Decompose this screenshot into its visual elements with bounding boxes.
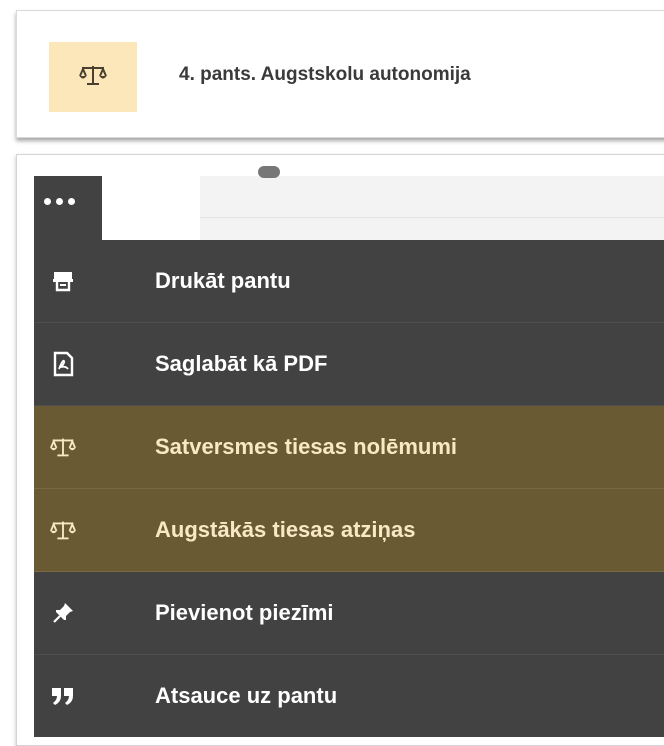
menu-item-supreme-court-findings[interactable]: Augstākās tiesas atziņas — [34, 489, 664, 572]
menu-item-label: Augstākās tiesas atziņas — [155, 517, 416, 542]
menu-item-save-pdf[interactable]: Saglabāt kā PDF — [34, 323, 664, 406]
background-content-strip — [200, 176, 664, 240]
menu-item-print[interactable]: Drukāt pantu — [34, 240, 664, 323]
menu-item-label: Satversmes tiesas nolēmumi — [155, 434, 458, 459]
scales-icon — [48, 432, 78, 462]
scales-icon — [48, 515, 78, 545]
background-content-fragment — [258, 166, 280, 178]
article-title: 4. pants. Augstskolu autonomija — [179, 64, 471, 85]
menu-item-label: Atsauce uz pantu — [155, 683, 338, 708]
background-divider — [200, 217, 664, 218]
menu-item-label: Drukāt pantu — [155, 268, 291, 293]
menu-item-add-note[interactable]: Pievienot piezīmi — [34, 572, 664, 655]
article-header-card: 4. pants. Augstskolu autonomija — [16, 10, 664, 138]
menu-item-label: Pievienot piezīmi — [155, 600, 334, 625]
menu-item-label: Saglabāt kā PDF — [155, 351, 328, 376]
scales-icon — [78, 64, 108, 91]
more-options-toggle[interactable] — [34, 176, 102, 240]
article-icon-box — [49, 42, 137, 112]
menu-item-cite-article[interactable]: Atsauce uz pantu — [34, 655, 664, 737]
pin-icon — [48, 598, 78, 628]
more-dots-icon — [44, 198, 75, 205]
quote-icon — [48, 681, 78, 711]
pdf-icon — [48, 349, 78, 379]
menu-item-constitutional-court-rulings[interactable]: Satversmes tiesas nolēmumi — [34, 406, 664, 489]
article-actions-menu: Drukāt pantu Saglabāt kā PDF Satversmes … — [34, 240, 664, 737]
print-icon — [48, 266, 78, 296]
